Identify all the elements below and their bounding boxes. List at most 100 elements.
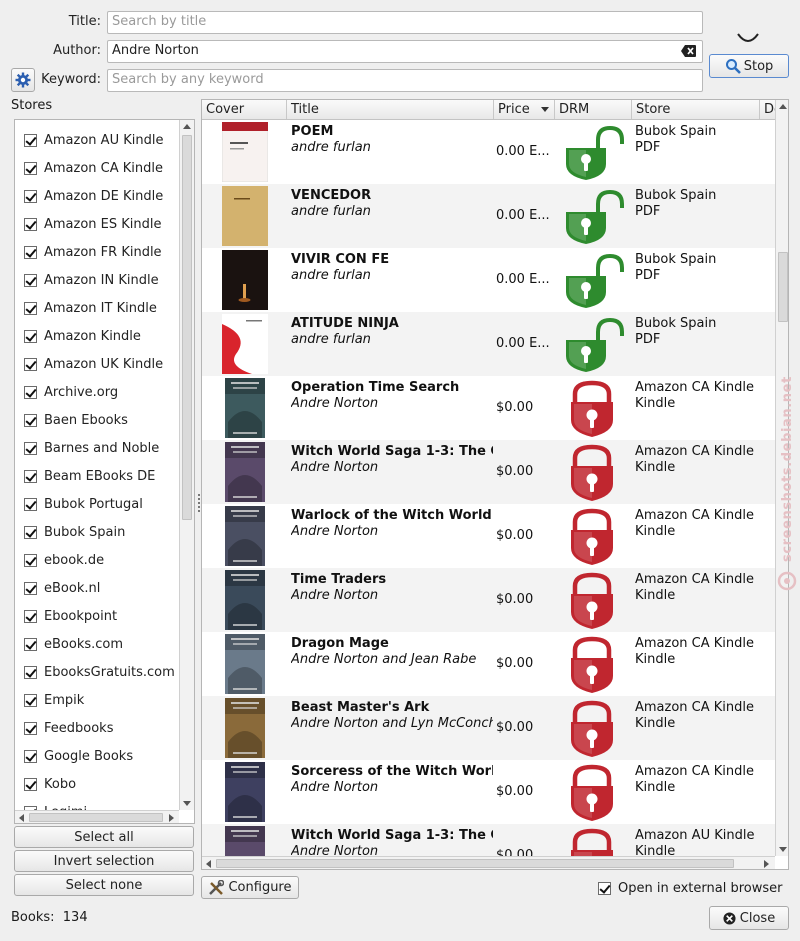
store-item[interactable]: Amazon CA Kindle (15, 154, 179, 182)
store-checkbox[interactable] (24, 301, 37, 315)
store-item[interactable]: Amazon AU Kindle (15, 126, 179, 154)
store-checkbox[interactable] (24, 497, 37, 511)
column-header-price[interactable]: Price (494, 100, 555, 119)
table-row[interactable]: POEM andre furlan 0.00 E... Bubok Spain PDF (202, 120, 775, 184)
table-row[interactable]: Witch World Saga 1-3: The GatesAndre Nor… (202, 440, 775, 504)
store-checkbox[interactable] (24, 637, 37, 651)
store-label: Amazon IN Kindle (44, 272, 159, 288)
store-item[interactable]: Amazon IN Kindle (15, 266, 179, 294)
store-item[interactable]: Barnes and Noble (15, 434, 179, 462)
store-label: Beam EBooks DE (44, 468, 156, 484)
keyword-search-input[interactable]: Search by any keyword (107, 69, 703, 92)
store-checkbox[interactable] (24, 665, 37, 679)
table-row[interactable]: Sorceress of the Witch World Andre Norton… (202, 760, 775, 824)
close-button[interactable]: Close (709, 906, 789, 930)
store-checkbox[interactable] (24, 721, 37, 735)
store-item[interactable]: Feedbooks (15, 714, 179, 742)
column-header-cover[interactable]: Cover (202, 100, 287, 119)
store-item[interactable]: Baen Ebooks (15, 406, 179, 434)
watermark: screenshots.debian.net (776, 357, 798, 597)
column-header-store[interactable]: Store (632, 100, 760, 119)
stores-list[interactable]: Amazon AU Kindle Amazon CA Kindle Amazon D… (14, 119, 195, 824)
store-checkbox[interactable] (24, 133, 37, 147)
stores-horizontal-scrollbar[interactable] (15, 810, 179, 823)
store-item[interactable]: Archive.org (15, 378, 179, 406)
store-checkbox[interactable] (24, 245, 37, 259)
store-item[interactable]: eBook.nl (15, 574, 179, 602)
store-item[interactable]: Amazon ES Kindle (15, 210, 179, 238)
drm-locked-icon (560, 700, 624, 758)
settings-button[interactable] (11, 68, 35, 92)
select-all-button[interactable]: Select all (14, 826, 194, 848)
store-checkbox[interactable] (24, 273, 37, 287)
store-label: EbooksGratuits.com (44, 664, 175, 680)
store-item[interactable]: Kobo (15, 770, 179, 798)
store-checkbox[interactable] (24, 693, 37, 707)
store-checkbox[interactable] (24, 189, 37, 203)
store-item[interactable]: eBooks.com (15, 630, 179, 658)
table-row[interactable]: Operation Time Search Andre Norton $0.00 Am… (202, 376, 775, 440)
store-item[interactable]: Amazon DE Kindle (15, 182, 179, 210)
store-item[interactable]: Google Books (15, 742, 179, 770)
book-title: Witch World Saga 1-3: The Gates (291, 444, 493, 459)
title-search-input[interactable]: Search by title (107, 11, 703, 34)
store-label: Amazon IT Kindle (44, 300, 157, 316)
store-item[interactable]: Bubok Spain (15, 518, 179, 546)
column-header-drm[interactable]: DRM (555, 100, 632, 119)
store-label: Amazon UK Kindle (44, 356, 164, 372)
store-item[interactable]: Empik (15, 686, 179, 714)
store-item[interactable]: ebook.de (15, 546, 179, 574)
results-table[interactable]: Cover Title Price DRM Store Do POEMandre… (201, 99, 789, 870)
store-item[interactable]: Amazon FR Kindle (15, 238, 179, 266)
search-icon (725, 59, 741, 74)
store-item[interactable]: Amazon UK Kindle (15, 350, 179, 378)
book-author: andre furlan (291, 204, 371, 219)
store-checkbox[interactable] (24, 217, 37, 231)
table-row[interactable]: Witch World Saga 1-3: The GatesAndre Nor… (202, 824, 775, 856)
store-checkbox[interactable] (24, 581, 37, 595)
store-item[interactable]: Amazon Kindle (15, 322, 179, 350)
store-checkbox[interactable] (24, 469, 37, 483)
store-checkbox[interactable] (24, 161, 37, 175)
table-row[interactable]: Beast Master's Ark Andre Norton and Lyn M… (202, 696, 775, 760)
results-horizontal-scrollbar[interactable] (202, 856, 775, 869)
store-checkbox[interactable] (24, 553, 37, 567)
store-item[interactable]: Legimi (15, 798, 179, 810)
column-header-download[interactable]: Do (760, 100, 775, 119)
book-store: Bubok Spain PDF (635, 252, 775, 284)
store-checkbox[interactable] (24, 749, 37, 763)
select-none-button[interactable]: Select none (14, 874, 194, 896)
store-checkbox[interactable] (24, 357, 37, 371)
table-row[interactable]: Time Traders Andre Norton $0.00 Amazon CA K… (202, 568, 775, 632)
store-item[interactable]: EbooksGratuits.com (15, 658, 179, 686)
table-row[interactable]: VENCEDOR andre furlan 0.00 E... Bubok Spain… (202, 184, 775, 248)
column-header-title[interactable]: Title (287, 100, 494, 119)
book-title: Time Traders (291, 572, 387, 587)
configure-button[interactable]: Configure (201, 876, 299, 899)
table-row[interactable]: VIVIR CON FE andre furlan 0.00 E... Bubok S… (202, 248, 775, 312)
store-checkbox[interactable] (24, 329, 37, 343)
watermark-text: screenshots.debian.net (780, 376, 795, 562)
stores-vertical-scrollbar[interactable] (179, 120, 194, 810)
table-row[interactable]: Warlock of the Witch World Andre Norton $0… (202, 504, 775, 568)
author-search-input[interactable]: Andre Norton (107, 40, 703, 63)
table-row[interactable]: ATITUDE NINJA andre furlan 0.00 E... Bubok … (202, 312, 775, 376)
stop-button[interactable]: Stop (709, 54, 789, 78)
tools-icon (209, 879, 225, 895)
table-row[interactable]: Dragon Mage Andre Norton and Jean Rabe $0.… (202, 632, 775, 696)
store-name: Amazon CA Kindle (635, 444, 755, 459)
store-checkbox[interactable] (24, 441, 37, 455)
store-item[interactable]: Ebookpoint (15, 602, 179, 630)
store-checkbox[interactable] (24, 413, 37, 427)
store-checkbox[interactable] (24, 609, 37, 623)
store-checkbox[interactable] (24, 777, 37, 791)
open-external-browser-checkbox[interactable]: Open in external browser (598, 881, 782, 896)
invert-selection-button[interactable]: Invert selection (14, 850, 194, 872)
clear-field-icon[interactable] (681, 45, 696, 61)
store-item[interactable]: Amazon IT Kindle (15, 294, 179, 322)
store-checkbox[interactable] (24, 385, 37, 399)
store-item[interactable]: Beam EBooks DE (15, 462, 179, 490)
store-checkbox[interactable] (24, 525, 37, 539)
store-item[interactable]: Bubok Portugal (15, 490, 179, 518)
book-price: 0.00 E... (496, 336, 550, 351)
